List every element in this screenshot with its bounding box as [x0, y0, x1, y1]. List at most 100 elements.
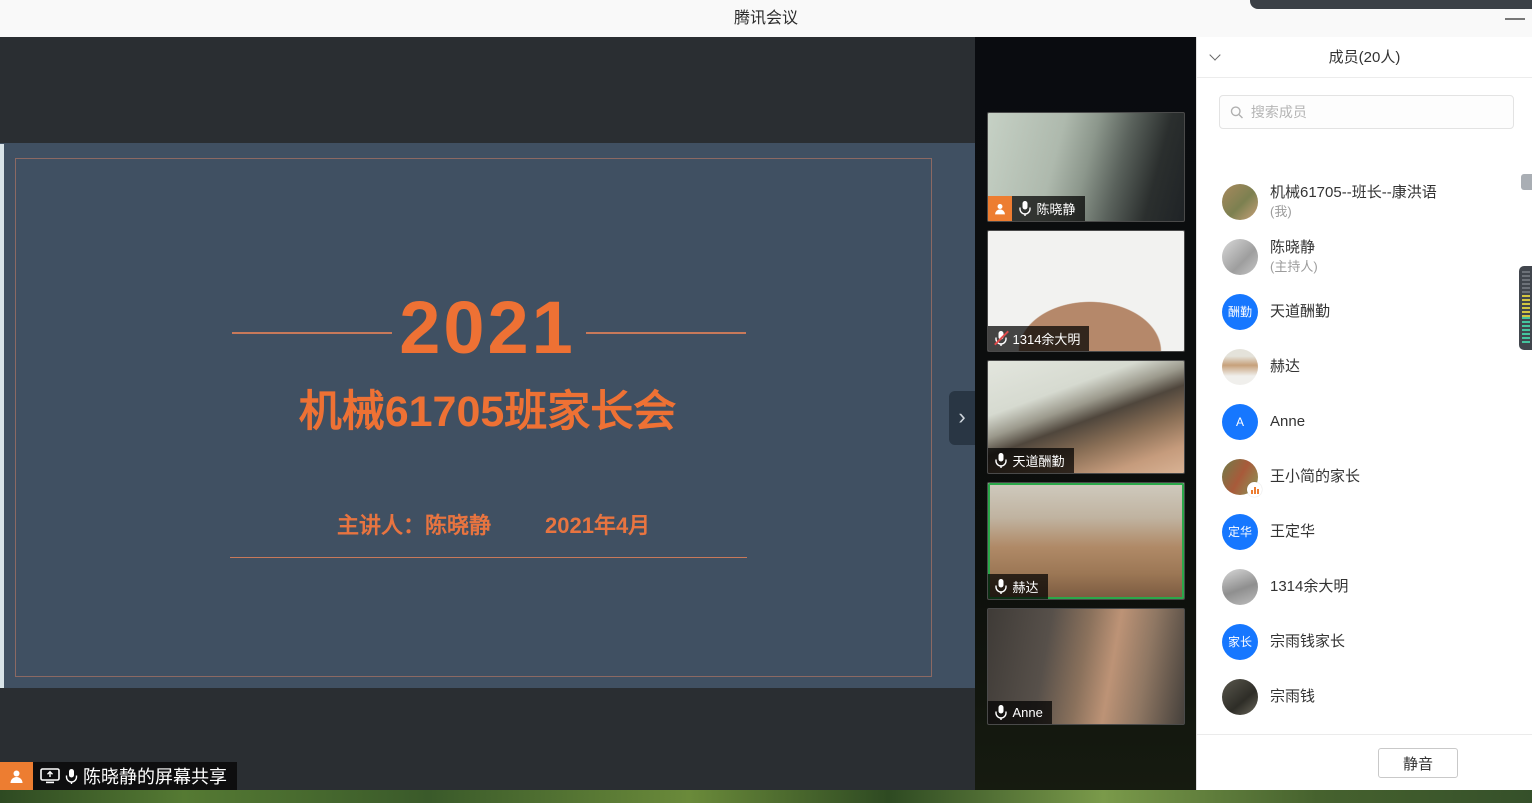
microphone-icon — [994, 330, 1008, 347]
members-panel-title: 成员(20人) — [1197, 37, 1532, 78]
tile-participant-name: 陈晓静 — [1037, 199, 1076, 218]
shared-screen-area: 2021 机械61705班家长会 主讲人：陈晓静 2021年4月 › — [0, 37, 975, 790]
member-row[interactable]: 机械61705--班长--康洪语 (我) — [1197, 174, 1532, 229]
screen-share-status-bar: 陈晓静的屏幕共享 — [0, 762, 237, 790]
search-icon — [1230, 105, 1244, 120]
member-row[interactable]: 宗雨钱 — [1197, 669, 1532, 724]
desktop-wallpaper-strip — [0, 790, 1532, 803]
member-name: 宗雨钱家长 — [1270, 632, 1345, 651]
member-row[interactable]: 咖啡 — [1197, 724, 1532, 734]
collapse-video-strip-button[interactable]: › — [949, 391, 975, 445]
avatar — [1222, 459, 1258, 495]
sharing-person-icon — [988, 196, 1012, 221]
screen-share-status: 陈晓静的屏幕共享 — [33, 762, 237, 790]
tile-participant-name: 赫达 — [1013, 577, 1039, 596]
video-tile[interactable]: 天道酬勤 — [987, 360, 1185, 474]
avatar — [1222, 184, 1258, 220]
sharing-person-icon — [0, 762, 33, 790]
member-row[interactable]: 酬勤 天道酬勤 — [1197, 284, 1532, 339]
avatar-initials: 家长 — [1222, 624, 1258, 660]
member-row[interactable]: 家长 宗雨钱家长 — [1197, 614, 1532, 669]
member-name: 王小简的家长 — [1270, 467, 1360, 486]
avatar — [1222, 569, 1258, 605]
avatar — [1222, 679, 1258, 715]
member-text: 赫达 — [1270, 357, 1300, 376]
tile-name-bar: Anne — [988, 701, 1052, 724]
video-tile-label: Anne — [988, 701, 1052, 724]
mute-button[interactable]: 静音 — [1378, 748, 1458, 778]
member-text: 宗雨钱家长 — [1270, 632, 1345, 651]
member-name: 宗雨钱 — [1270, 687, 1315, 706]
main-content: 2021 机械61705班家长会 主讲人：陈晓静 2021年4月 › — [0, 37, 1532, 790]
member-text: 王定华 — [1270, 522, 1315, 541]
slide-presenter: 主讲人：陈晓静 — [337, 508, 491, 540]
slide-decor-line-right — [586, 332, 746, 334]
video-tile-label: 1314余大明 — [988, 326, 1090, 351]
video-tile-label: 陈晓静 — [988, 196, 1085, 221]
avatar-initials: 酬勤 — [1222, 294, 1258, 330]
members-panel-footer: 静音 — [1197, 734, 1532, 790]
slide-title: 机械61705班家长会 — [0, 389, 975, 435]
slide-decor-line-left — [232, 332, 392, 334]
video-tile-label: 天道酬勤 — [988, 448, 1074, 473]
tencent-meeting-window: 腾讯会议 2021 机械61705班家长会 主讲人：陈晓静 2021年4月 › — [0, 0, 1532, 803]
slide-date: 2021年4月 — [545, 508, 650, 540]
video-tile-label: 赫达 — [988, 574, 1048, 599]
member-name: 机械61705--班长--康洪语 — [1270, 183, 1437, 202]
avatar-initials: 定华 — [1222, 514, 1258, 550]
video-tile[interactable]: Anne — [987, 608, 1185, 725]
screen-share-icon — [40, 768, 60, 784]
member-search-box[interactable] — [1219, 95, 1514, 129]
member-role: (我) — [1270, 202, 1437, 221]
member-name: 王定华 — [1270, 522, 1315, 541]
member-text: 宗雨钱 — [1270, 687, 1315, 706]
member-text: 王小简的家长 — [1270, 467, 1360, 486]
tile-participant-name: 天道酬勤 — [1013, 451, 1065, 470]
member-text: 陈晓静 (主持人) — [1270, 238, 1318, 276]
member-row[interactable]: 陈晓静 (主持人) — [1197, 229, 1532, 284]
volume-segment-green — [1522, 317, 1530, 345]
avatar — [1222, 239, 1258, 275]
members-panel-header: 成员(20人) — [1197, 37, 1532, 78]
member-name: 赫达 — [1270, 357, 1300, 376]
member-row[interactable]: 赫达 — [1197, 339, 1532, 394]
microphone-icon — [994, 704, 1008, 721]
video-tile[interactable]: 赫达 — [987, 482, 1185, 600]
video-tile[interactable]: 陈晓静 — [987, 112, 1185, 222]
host-sharing-indicator-icon — [1521, 174, 1532, 190]
member-row[interactable]: 1314余大明 — [1197, 559, 1532, 614]
tile-participant-name: Anne — [1013, 705, 1043, 720]
member-text: Anne — [1270, 412, 1305, 431]
volume-level-indicator — [1519, 266, 1532, 350]
member-name: Anne — [1270, 412, 1305, 431]
slide-decor-line-bottom — [230, 557, 747, 558]
video-tile[interactable]: 1314余大明 — [987, 230, 1185, 352]
member-row[interactable]: 王小简的家长 — [1197, 449, 1532, 504]
avatar-initials: A — [1222, 404, 1258, 440]
chevron-down-icon[interactable] — [1211, 51, 1221, 61]
tile-name-bar: 陈晓静 — [1012, 196, 1085, 221]
volume-segment-inactive — [1522, 271, 1530, 295]
member-text: 天道酬勤 — [1270, 302, 1330, 321]
member-name: 天道酬勤 — [1270, 302, 1330, 321]
members-panel: 成员(20人) 机械61705--班长--康洪语 (我) 陈晓静 (主持人) — [1196, 37, 1532, 790]
video-thumbnail-strip: 陈晓静 1314余大明 天道酬勤 — [975, 37, 1196, 790]
avatar — [1222, 349, 1258, 385]
member-text: 1314余大明 — [1270, 577, 1348, 596]
tile-participant-name: 1314余大明 — [1013, 329, 1081, 348]
member-row[interactable]: A Anne — [1197, 394, 1532, 449]
member-row[interactable]: 定华 王定华 — [1197, 504, 1532, 559]
search-input[interactable] — [1251, 104, 1503, 120]
member-text: 机械61705--班长--康洪语 (我) — [1270, 183, 1437, 221]
slide-year: 2021 — [0, 291, 975, 365]
tile-name-bar: 天道酬勤 — [988, 448, 1074, 473]
minimize-icon[interactable] — [1505, 18, 1525, 20]
slide-left-edge — [0, 144, 4, 688]
member-role: (主持人) — [1270, 257, 1318, 276]
member-name: 1314余大明 — [1270, 577, 1348, 596]
chevron-right-icon: › — [958, 406, 965, 428]
microphone-icon — [65, 768, 78, 785]
tile-name-bar: 1314余大明 — [988, 326, 1090, 351]
floating-window-edge — [1250, 0, 1532, 9]
screen-share-status-text: 陈晓静的屏幕共享 — [83, 763, 227, 789]
